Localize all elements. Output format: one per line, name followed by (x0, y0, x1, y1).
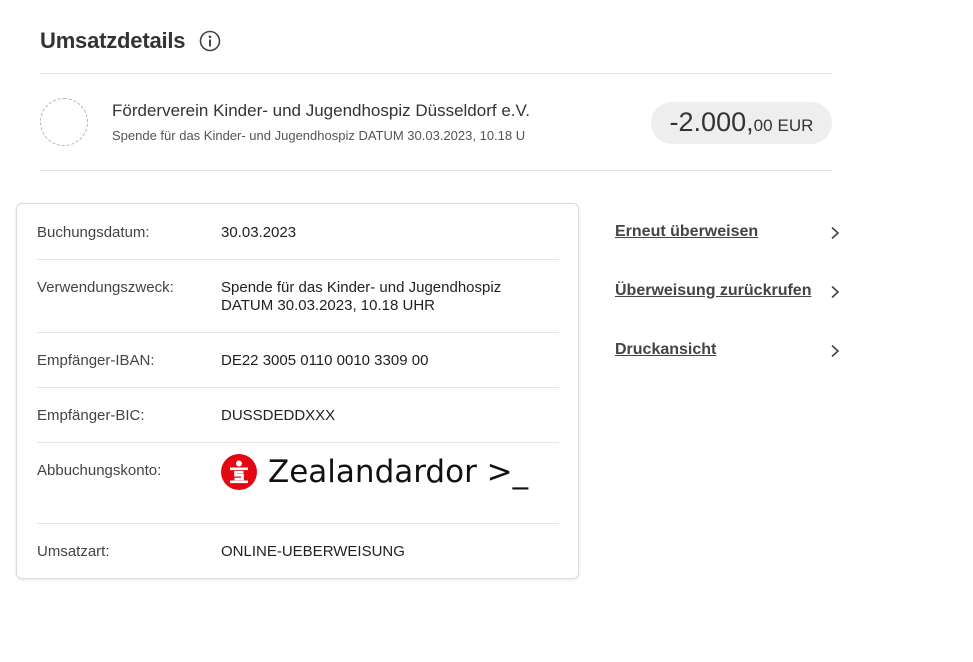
purpose-line-2: DATUM 30.03.2023, 10.18 UHR (221, 297, 435, 314)
recall-transfer-link[interactable]: Überweisung zurückrufen (615, 282, 845, 306)
transaction-purpose-preview: Spende für das Kinder- und Jugendhospiz … (112, 128, 526, 143)
transfer-again-link[interactable]: Erneut überweisen (615, 223, 845, 247)
chevron-right-icon (828, 226, 842, 240)
action-label: Druckansicht (615, 341, 717, 358)
detail-value: Spende für das Kinder- und Jugendhospiz … (221, 279, 501, 315)
row-divider (37, 332, 559, 333)
account-name: Zealandardor >_ (268, 454, 529, 490)
info-icon[interactable] (199, 30, 221, 52)
row-divider (37, 259, 559, 260)
row-divider (37, 523, 559, 524)
debit-account: Zealandardor >_ (221, 454, 528, 490)
amount-badge: -2.000, 00 EUR (651, 102, 832, 144)
row-divider (37, 442, 559, 443)
detail-label: Empfänger-BIC: (37, 407, 145, 424)
detail-label: Buchungsdatum: (37, 224, 150, 241)
page-title: Umsatzdetails (40, 28, 186, 53)
detail-value: DUSSDEDDXXX (221, 407, 336, 424)
action-label: Erneut überweisen (615, 223, 759, 240)
amount-currency: EUR (777, 116, 814, 135)
detail-card: Buchungsdatum: 30.03.2023 Verwendungszwe… (16, 203, 579, 579)
detail-label: Verwendungszweck: (37, 279, 174, 296)
detail-value: ONLINE-UEBERWEISUNG (221, 543, 405, 560)
print-view-link[interactable]: Druckansicht (615, 341, 845, 365)
header-divider (40, 73, 832, 74)
detail-label: Umsatzart: (37, 543, 110, 560)
chevron-right-icon (828, 285, 842, 299)
detail-label: Empfänger-IBAN: (37, 352, 155, 369)
sparkasse-logo-icon (221, 454, 257, 490)
detail-value: DE22 3005 0110 0010 3309 00 (221, 352, 429, 369)
payee-name: Förderverein Kinder- und Jugendhospiz Dü… (112, 101, 531, 120)
detail-value: 30.03.2023 (221, 224, 297, 241)
chevron-right-icon (828, 344, 842, 358)
amount-cents: 00 (753, 116, 773, 135)
detail-label: Abbuchungskonto: (37, 462, 162, 479)
row-divider (37, 387, 559, 388)
action-label: Überweisung zurückrufen (615, 282, 812, 299)
title-row: Umsatzdetails (40, 28, 221, 54)
amount-main: -2.000, (669, 107, 754, 137)
purpose-line-1: Spende für das Kinder- und Jugendhospiz (221, 279, 502, 296)
summary-divider (40, 170, 832, 171)
payee-avatar (40, 98, 88, 146)
